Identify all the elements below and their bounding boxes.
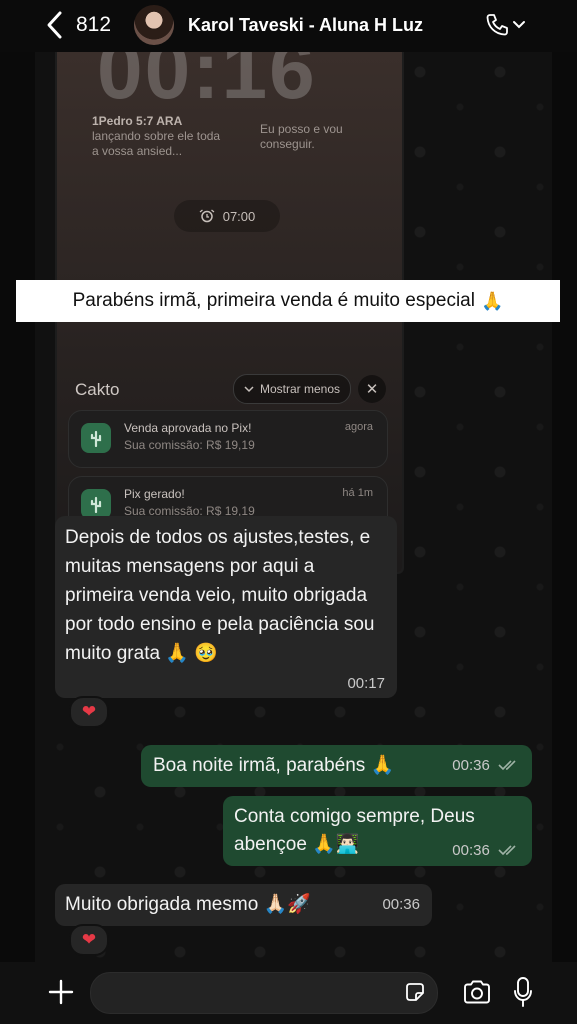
lockscreen-clock: 00:16 bbox=[97, 52, 317, 116]
notification-group-title: Cakto bbox=[75, 380, 120, 399]
chat-screen: 812 Karol Taveski - Aluna H Luz 00:16 1P… bbox=[0, 0, 577, 1024]
contact-name[interactable]: Karol Taveski - Aluna H Luz bbox=[188, 15, 423, 36]
alarm-time: 07:00 bbox=[222, 208, 256, 224]
double-check-icon bbox=[498, 843, 520, 860]
alarm-pill: 07:00 bbox=[174, 200, 280, 232]
heart-reaction[interactable]: ❤ bbox=[69, 924, 109, 956]
cactus-icon bbox=[81, 489, 111, 519]
camera-icon[interactable] bbox=[462, 979, 492, 1005]
message-time: 00:36 bbox=[452, 757, 490, 774]
chevron-down-icon bbox=[513, 21, 525, 29]
caption-emoji: 🙏 bbox=[480, 290, 504, 311]
heart-reaction[interactable]: ❤ bbox=[69, 696, 109, 728]
widget-verse-ref: 1Pedro 5:7 ARA bbox=[92, 114, 183, 128]
alarm-icon bbox=[199, 209, 215, 223]
show-less-pill: Mostrar menos bbox=[233, 374, 351, 404]
chat-right-margin bbox=[552, 52, 577, 962]
widget-note: Eu posso e vou conseguir. bbox=[260, 122, 343, 151]
notification-time: agora bbox=[344, 421, 373, 433]
message-input[interactable] bbox=[90, 972, 438, 1014]
microphone-icon[interactable] bbox=[513, 976, 533, 1008]
notification-time: há 1m bbox=[342, 487, 373, 499]
notification-subtitle: Sua comissão: R$ 19,19 bbox=[124, 438, 255, 452]
chat-header: 812 Karol Taveski - Aluna H Luz bbox=[0, 0, 577, 52]
outgoing-message[interactable]: Conta comigo sempre, Deus abençoe 🙏👨🏻‍💻 … bbox=[223, 796, 532, 866]
call-button[interactable] bbox=[484, 12, 526, 38]
message-text: Boa noite irmã, parabéns 🙏 bbox=[153, 755, 395, 776]
widget-verse-text: lançando sobre ele toda a vossa ansied..… bbox=[92, 129, 221, 158]
double-check-icon bbox=[498, 758, 520, 775]
plus-icon[interactable] bbox=[48, 979, 74, 1005]
notification-title: Venda aprovada no Pix! bbox=[124, 421, 252, 435]
unread-count: 812 bbox=[76, 13, 112, 36]
chevron-down-icon bbox=[244, 385, 254, 392]
composer-bar bbox=[0, 962, 577, 1024]
outgoing-message[interactable]: Boa noite irmã, parabéns 🙏 00:36 bbox=[141, 745, 532, 787]
show-less-label: Mostrar menos bbox=[259, 382, 341, 396]
message-meta: 00:36 bbox=[452, 842, 520, 860]
incoming-message[interactable]: Depois de todos os ajustes,testes, e mui… bbox=[55, 516, 397, 698]
message-time: 00:36 bbox=[452, 842, 490, 860]
sticker-caption: Parabéns irmã, primeira venda é muito es… bbox=[16, 280, 560, 322]
notification-card: Venda aprovada no Pix! Sua comissão: R$ … bbox=[68, 410, 388, 468]
incoming-message[interactable]: Muito obrigada mesmo 🙏🏻🚀 00:36 bbox=[55, 884, 432, 926]
message-time: 00:17 bbox=[347, 675, 385, 692]
message-time: 00:36 bbox=[382, 896, 420, 913]
caption-text: Parabéns irmã, primeira venda é muito es… bbox=[72, 290, 475, 311]
close-icon: ✕ bbox=[358, 375, 386, 403]
cactus-icon bbox=[81, 423, 111, 453]
back-button[interactable]: 812 bbox=[44, 10, 111, 40]
sticker-icon[interactable] bbox=[404, 981, 426, 1003]
message-meta: 00:36 bbox=[452, 757, 520, 775]
phone-icon bbox=[486, 14, 508, 36]
message-text: Depois de todos os ajustes,testes, e mui… bbox=[65, 527, 375, 664]
chevron-left-icon bbox=[47, 11, 62, 39]
avatar[interactable] bbox=[134, 5, 174, 45]
notification-title: Pix gerado! bbox=[124, 487, 185, 501]
message-list[interactable]: 00:16 1Pedro 5:7 ARA lançando sobre ele … bbox=[0, 52, 577, 962]
chat-left-margin bbox=[0, 52, 35, 962]
message-text: Muito obrigada mesmo 🙏🏻🚀 bbox=[65, 894, 311, 915]
